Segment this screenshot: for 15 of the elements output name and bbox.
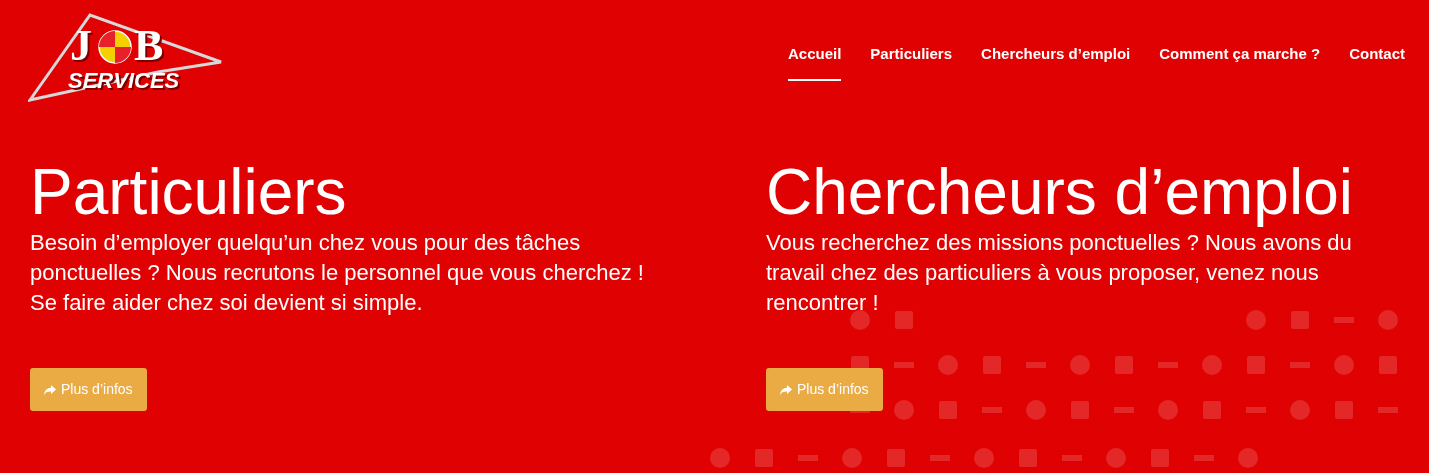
logo-letter: J: [70, 24, 92, 68]
logo-letter: B: [134, 24, 164, 68]
section-description: Vous recherchez des missions ponctuelles ? Nous avons du travail chez des particuliers à vous proposer, venez nous rencontrer !: [766, 229, 1353, 317]
logo-triangle-icon: [28, 12, 223, 104]
nav-link[interactable]: Chercheurs d’emploi: [981, 43, 1131, 81]
section-description: Besoin d’employer quelqu’un chez vous pour des tâches ponctuelles ? Nous recrutons le personnel que vous cherchez ! Se faire aider chez soi devient si simple.: [30, 229, 645, 317]
section-heading: Particuliers: [30, 156, 347, 228]
nav-link[interactable]: Accueil: [788, 43, 842, 81]
share-arrow-icon: [44, 384, 56, 395]
nav-link[interactable]: Contact: [1349, 43, 1405, 81]
section-heading: Chercheurs d’emploi: [766, 156, 1353, 228]
nav-link[interactable]: Particuliers: [870, 43, 953, 81]
nav-link[interactable]: Comment ça marche ?: [1159, 43, 1321, 81]
share-arrow-icon: [780, 384, 792, 395]
logo-circle-icon: [98, 30, 132, 64]
